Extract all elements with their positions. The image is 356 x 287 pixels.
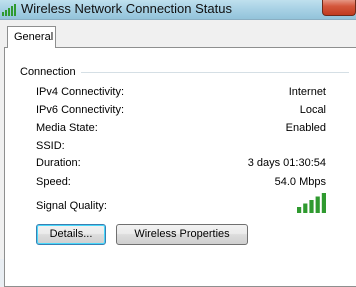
- signal-quality-icon: [297, 193, 326, 213]
- ssid-label: SSID:: [36, 140, 65, 152]
- signal-bar: [303, 203, 308, 213]
- title-bar[interactable]: Wireless Network Connection Status: [0, 0, 356, 20]
- connection-group-title: Connection: [20, 66, 76, 78]
- ipv6-connectivity-value: Local: [299, 104, 326, 116]
- wireless-properties-button[interactable]: Wireless Properties: [116, 224, 248, 245]
- signal-bar: [321, 193, 326, 213]
- media-state-label: Media State:: [36, 122, 98, 134]
- tab-general[interactable]: General: [7, 26, 56, 48]
- ipv4-connectivity-value: Internet: [288, 86, 326, 98]
- ipv4-connectivity-label: IPv4 Connectivity:: [36, 86, 125, 98]
- details-button[interactable]: Details...: [36, 224, 106, 245]
- signal-bar: [297, 207, 302, 213]
- signal-bar: [315, 196, 320, 213]
- signal-bar: [309, 200, 314, 213]
- close-button[interactable]: [322, 0, 356, 16]
- signal-strength-icon: [2, 4, 16, 16]
- duration-label: Duration:: [36, 157, 81, 169]
- signal-quality-label: Signal Quality:: [36, 200, 107, 212]
- window-title: Wireless Network Connection Status: [21, 1, 232, 16]
- speed-label: Speed:: [36, 176, 71, 188]
- ipv6-connectivity-label: IPv6 Connectivity:: [36, 104, 125, 116]
- tab-general-label: General: [14, 31, 54, 43]
- speed-value: 54.0 Mbps: [274, 176, 326, 188]
- media-state-value: Enabled: [285, 122, 326, 134]
- group-divider: [81, 72, 349, 73]
- duration-value: 3 days 01:30:54: [247, 157, 326, 169]
